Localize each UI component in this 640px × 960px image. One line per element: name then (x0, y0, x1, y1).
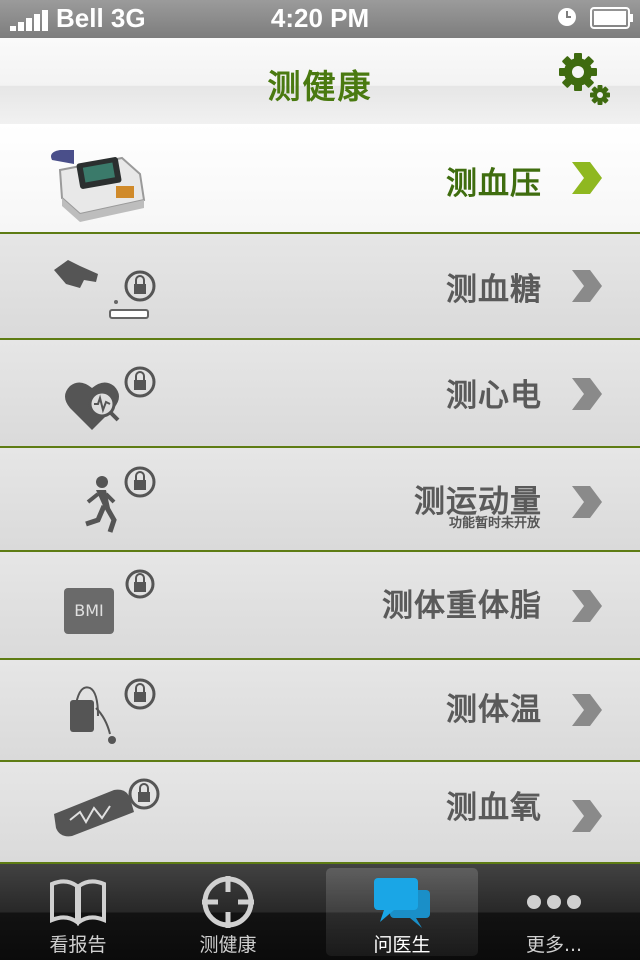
tab-label: 看报告 (49, 934, 107, 956)
tab-more[interactable]: 更多... (478, 868, 630, 956)
chevron-right-icon (572, 694, 602, 726)
menu-item-blood-pressure[interactable]: 测血压 (0, 124, 640, 234)
alarm-clock-icon (558, 8, 576, 26)
menu-item-weight-body-fat[interactable]: BMI 测体重体脂 (0, 552, 640, 660)
tab-bar: 看报告 测健康 问医生 更多... (0, 864, 640, 960)
item-label: 测血压 (446, 166, 542, 202)
tab-label: 测健康 (199, 934, 257, 956)
battery-icon (590, 7, 633, 29)
lock-icon (125, 569, 155, 599)
thermometer-icon (70, 678, 156, 744)
menu-item-blood-oxygen[interactable]: 测血氧 (0, 762, 640, 864)
runner-icon (85, 466, 156, 533)
ecg-heart-icon (65, 366, 156, 430)
blood-pressure-monitor-icon (51, 150, 146, 222)
item-label: 测血氧 (446, 790, 542, 826)
measurement-menu: 测血压 测血糖 测心电 测运动量 功能暂时未开放 BMI 测体重体脂 测体温 测… (0, 124, 640, 864)
menu-item-ecg[interactable]: 测心电 (0, 340, 640, 448)
chevron-right-icon (572, 800, 602, 832)
status-time: 4:20 PM (270, 3, 370, 33)
tab-health-check[interactable]: 测健康 (152, 868, 304, 956)
navigation-bar: 测健康 (0, 38, 640, 125)
item-sublabel: 功能暂时未开放 (448, 516, 540, 531)
pulse-oximeter-icon (54, 778, 160, 837)
item-label: 测心电 (446, 378, 542, 414)
bmi-text: BMI (64, 588, 114, 634)
tab-ask-doctor[interactable]: 问医生 (326, 868, 478, 956)
page-title: 测健康 (267, 67, 373, 106)
chevron-right-icon (572, 162, 602, 194)
settings-gear-icon[interactable] (554, 50, 614, 110)
tab-label: 更多... (525, 934, 583, 956)
menu-item-blood-glucose[interactable]: 测血糖 (0, 234, 640, 340)
chevron-right-icon (572, 486, 602, 518)
menu-item-activity[interactable]: 测运动量 功能暂时未开放 (0, 448, 640, 552)
lock-icon (128, 778, 160, 810)
chat-bubbles-icon (374, 878, 430, 928)
bmi-scale-icon: BMI (40, 552, 170, 652)
chevron-right-icon (572, 590, 602, 622)
lock-icon (124, 270, 156, 302)
more-dots-icon (527, 895, 581, 909)
lock-icon (124, 466, 156, 498)
item-label: 测血糖 (446, 272, 542, 308)
item-label: 测体温 (446, 692, 542, 728)
chevron-right-icon (572, 378, 602, 410)
crosshair-icon (202, 876, 254, 928)
tab-label: 问医生 (373, 934, 431, 956)
lock-icon (124, 678, 156, 710)
item-label: 测体重体脂 (382, 588, 542, 624)
chevron-right-icon (572, 270, 602, 302)
menu-item-body-temperature[interactable]: 测体温 (0, 660, 640, 762)
tab-reports[interactable]: 看报告 (2, 868, 154, 956)
lock-icon (124, 366, 156, 398)
glucose-meter-icon (54, 260, 156, 319)
status-bar: Bell 3G 4:20 PM (0, 0, 640, 38)
book-icon (50, 879, 106, 926)
